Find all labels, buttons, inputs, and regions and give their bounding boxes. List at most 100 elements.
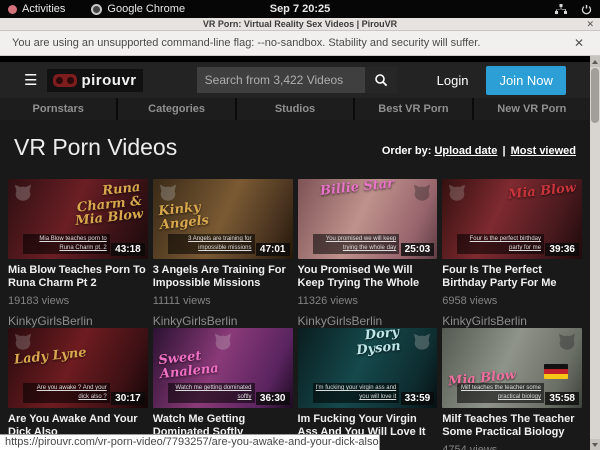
order-by-controls: Order by: Upload date | Most viewed xyxy=(382,145,576,161)
nav-item-new-vr[interactable]: New VR Porn xyxy=(472,98,590,120)
nav-item-pornstars[interactable]: Pornstars xyxy=(0,98,116,120)
studio-cat-logo-icon xyxy=(412,332,432,350)
vr-goggles-icon xyxy=(53,74,77,87)
thumbnail-caption: I'm fucking your virgin ass and you will… xyxy=(313,383,400,403)
thumbnail-caption: Four is the perfect birthday party for m… xyxy=(457,234,544,254)
activities-button[interactable]: Activities xyxy=(8,3,65,15)
duration-badge: 25:03 xyxy=(401,243,435,256)
order-separator: | xyxy=(502,145,505,157)
studio-link[interactable]: KinkyGirlsBerlin xyxy=(8,314,148,328)
studio-link[interactable]: KinkyGirlsBerlin xyxy=(298,314,438,328)
thumbnail-caption: Milf teaches the teacher some practical … xyxy=(457,383,544,403)
nav-item-categories[interactable]: Categories xyxy=(116,98,234,120)
video-title[interactable]: Mia Blow Teaches Porn To Runa Charm Pt 2 xyxy=(8,264,148,290)
join-now-button[interactable]: Join Now xyxy=(486,66,565,95)
order-by-label: Order by: xyxy=(382,145,432,157)
network-icon[interactable] xyxy=(555,4,567,15)
warning-message: You are using an unsupported command-lin… xyxy=(12,37,480,49)
thumbnail-overlay-title: Sweet Analena xyxy=(158,346,240,381)
chrome-icon xyxy=(91,4,102,15)
video-title[interactable]: 3 Angels Are Training For Impossible Mis… xyxy=(153,264,293,290)
sandbox-warning-bar: You are using an unsupported command-lin… xyxy=(0,31,600,56)
thumbnail-overlay-title: Mia Blow xyxy=(507,181,576,202)
studio-cat-logo-icon xyxy=(447,183,467,201)
video-thumbnail[interactable]: Runa Charm & Mia Blow Mia Blow teaches p… xyxy=(8,179,148,259)
search-input[interactable] xyxy=(197,67,365,93)
duration-badge: 39:36 xyxy=(545,243,579,256)
duration-badge: 36:30 xyxy=(256,392,290,405)
duration-badge: 47:01 xyxy=(256,243,290,256)
site-header: ☰ pirouvr Login Join Now xyxy=(0,62,590,98)
site-logo[interactable]: pirouvr xyxy=(47,69,142,92)
screen: Activities Google Chrome Sep 7 20:25 VR … xyxy=(0,0,600,450)
video-card[interactable]: Runa Charm & Mia Blow Mia Blow teaches p… xyxy=(8,179,148,328)
scroll-down-arrow[interactable] xyxy=(590,439,600,450)
video-thumbnail[interactable]: Sweet Analena Watch me getting dominated… xyxy=(153,328,293,408)
view-count: 4754 views xyxy=(442,444,582,450)
studio-link[interactable]: KinkyGirlsBerlin xyxy=(153,314,293,328)
video-title[interactable]: Milf Teaches The Teacher Some Practical … xyxy=(442,413,582,439)
warning-close-icon[interactable]: ✕ xyxy=(574,36,588,50)
studio-cat-logo-icon xyxy=(13,183,33,201)
status-bar-url: https://pirouvr.com/vr-porn-video/779325… xyxy=(0,434,380,450)
thumbnail-overlay-title: Kinky Angels xyxy=(158,197,240,232)
active-app-menu[interactable]: Google Chrome xyxy=(91,3,185,15)
scrollbar-thumb[interactable] xyxy=(591,68,599,123)
nav-item-studios[interactable]: Studios xyxy=(235,98,353,120)
order-upload-date-link[interactable]: Upload date xyxy=(434,145,497,157)
video-thumbnail[interactable]: Mia Blow Four is the perfect birthday pa… xyxy=(442,179,582,259)
duration-badge: 30:17 xyxy=(111,392,145,405)
search-button[interactable] xyxy=(365,67,397,93)
browser-tab-strip: VR Porn: Virtual Reality Sex Videos | Pi… xyxy=(0,18,600,31)
thumbnail-caption: Are you awake ? And your dick also ? xyxy=(23,383,110,403)
thumbnail-overlay-title: Billie Star xyxy=(319,179,394,198)
video-grid: Runa Charm & Mia Blow Mia Blow teaches p… xyxy=(0,179,590,450)
video-card[interactable]: Billie Star You promised we will keep tr… xyxy=(298,179,438,328)
system-top-bar: Activities Google Chrome Sep 7 20:25 xyxy=(0,0,600,18)
studio-link[interactable]: KinkyGirlsBerlin xyxy=(442,314,582,328)
video-thumbnail[interactable]: Mia Blow Milf teaches the teacher some p… xyxy=(442,328,582,408)
order-most-viewed-link[interactable]: Most viewed xyxy=(511,145,576,157)
vertical-scrollbar[interactable] xyxy=(590,56,600,450)
video-thumbnail[interactable]: Dory Dyson I'm fucking your virgin ass a… xyxy=(298,328,438,408)
video-thumbnail[interactable]: Billie Star You promised we will keep tr… xyxy=(298,179,438,259)
tab-close-icon[interactable]: ✕ xyxy=(586,19,594,30)
thumbnail-caption: Watch me getting dominated softly xyxy=(168,383,255,403)
main-nav: Pornstars Categories Studios Best VR Por… xyxy=(0,98,590,120)
search-icon xyxy=(374,73,388,87)
video-card[interactable]: Kinky Angels 3 Angels are training for i… xyxy=(153,179,293,328)
video-thumbnail[interactable]: Lady Lyne Are you awake ? And your dick … xyxy=(8,328,148,408)
video-title[interactable]: You Promised We Will Keep Trying The Who… xyxy=(298,264,438,290)
studio-cat-logo-icon xyxy=(412,183,432,201)
view-count: 11326 views xyxy=(298,295,438,307)
page-head: VR Porn Videos Order by: Upload date | M… xyxy=(0,120,590,179)
video-card[interactable]: Mia Blow Milf teaches the teacher some p… xyxy=(442,328,582,450)
nav-item-best-vr[interactable]: Best VR Porn xyxy=(353,98,471,120)
thumbnail-caption: You promised we will keep trying the who… xyxy=(313,234,400,254)
view-count: 19183 views xyxy=(8,295,148,307)
video-card[interactable]: Dory Dyson I'm fucking your virgin ass a… xyxy=(298,328,438,450)
hamburger-menu-icon[interactable]: ☰ xyxy=(24,73,37,88)
duration-badge: 43:18 xyxy=(111,243,145,256)
clock[interactable]: Sep 7 20:25 xyxy=(270,3,331,15)
site-logo-text: pirouvr xyxy=(81,72,136,89)
login-link[interactable]: Login xyxy=(437,73,469,88)
video-title[interactable]: Four Is The Perfect Birthday Party For M… xyxy=(442,264,582,290)
power-icon[interactable] xyxy=(581,4,592,15)
scroll-up-arrow[interactable] xyxy=(590,56,600,67)
tab-title: VR Porn: Virtual Reality Sex Videos | Pi… xyxy=(0,19,600,29)
video-card[interactable]: Mia Blow Four is the perfect birthday pa… xyxy=(442,179,582,328)
view-count: 11111 views xyxy=(153,295,293,307)
thumbnail-caption: 3 Angels are training for impossible mis… xyxy=(168,234,255,254)
video-card[interactable]: Lady Lyne Are you awake ? And your dick … xyxy=(8,328,148,450)
studio-cat-logo-icon xyxy=(557,332,577,350)
video-thumbnail[interactable]: Kinky Angels 3 Angels are training for i… xyxy=(153,179,293,259)
thumbnail-caption: Mia Blow teaches porn to Runa Charm pt. … xyxy=(23,234,110,254)
thumbnail-overlay-title: Runa Charm & Mia Blow xyxy=(60,181,144,230)
video-card[interactable]: Sweet Analena Watch me getting dominated… xyxy=(153,328,293,450)
view-count: 6958 views xyxy=(442,295,582,307)
active-app-label: Google Chrome xyxy=(107,3,185,15)
browser-viewport: ☰ pirouvr Login Join Now Pornstars Categ… xyxy=(0,56,590,450)
activities-dot-icon xyxy=(8,5,17,14)
studio-cat-logo-icon xyxy=(13,332,33,350)
